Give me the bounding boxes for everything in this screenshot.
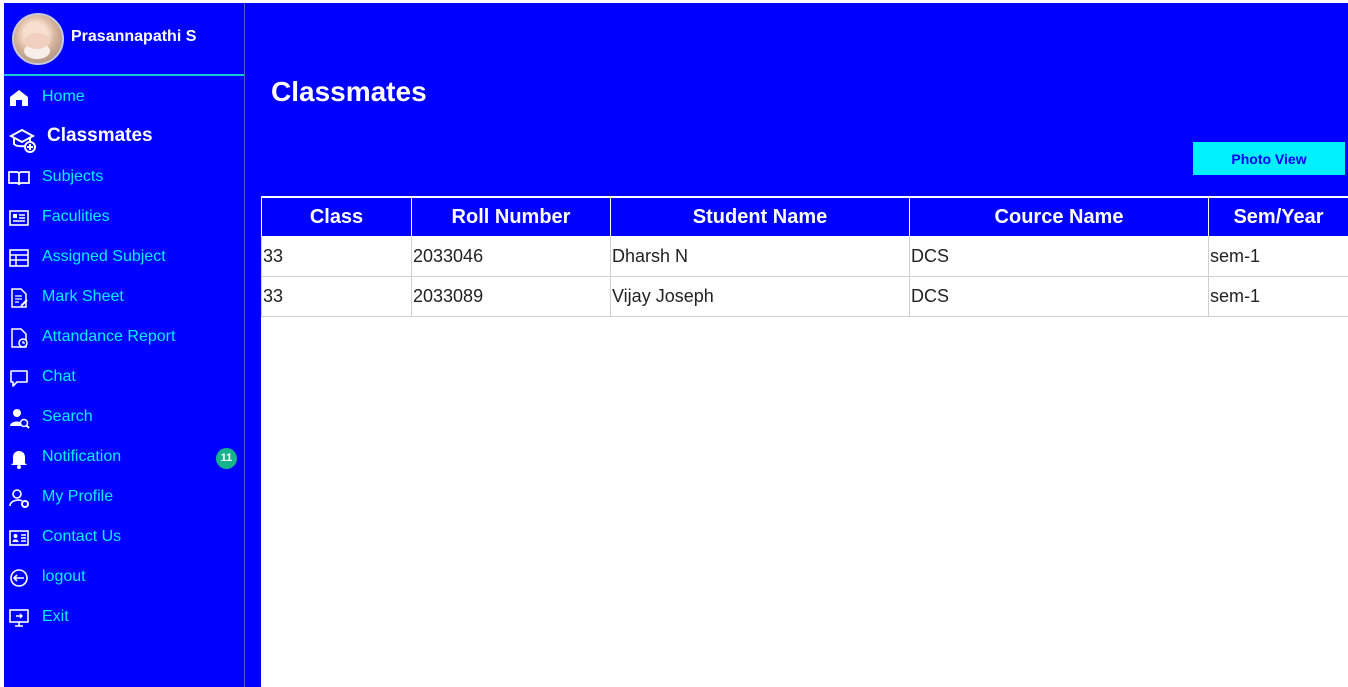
- cell-course-name: DCS: [909, 236, 1209, 277]
- classmates-table: Class Roll Number Student Name Cource Na…: [261, 197, 1348, 317]
- user-search-icon: [8, 407, 30, 429]
- bell-icon: [8, 447, 30, 469]
- sidebar-item-label: Attandance Report: [42, 328, 176, 345]
- sidebar-item-label: Contact Us: [42, 528, 122, 545]
- content-left-strip: [245, 196, 261, 687]
- sidebar-item-label: Faculities: [42, 208, 110, 225]
- profile-header: Prasannapathi S: [4, 3, 244, 76]
- notification-count-badge: 11: [216, 448, 237, 469]
- document-edit-icon: [8, 287, 30, 309]
- sidebar-item-mark-sheet[interactable]: Mark Sheet: [4, 282, 244, 314]
- cell-roll-number: 2033089: [411, 276, 611, 317]
- sidebar-item-label: Chat: [42, 368, 76, 385]
- profile-name: Prasannapathi S: [71, 28, 197, 45]
- cell-course-name: DCS: [909, 276, 1209, 317]
- sidebar-item-label: Notification: [42, 448, 122, 465]
- column-header-roll-number[interactable]: Roll Number: [411, 197, 611, 237]
- table-row[interactable]: 33 2033046 Dharsh N DCS sem-1: [261, 236, 1348, 277]
- sidebar-item-label: Classmates: [47, 125, 153, 146]
- cell-class: 33: [261, 276, 412, 317]
- home-icon: [8, 87, 30, 109]
- cell-class: 33: [261, 236, 412, 277]
- column-header-student-name[interactable]: Student Name: [610, 197, 910, 237]
- faculty-list-icon: [8, 207, 30, 229]
- sidebar-item-label: Assigned Subject: [42, 248, 166, 265]
- sidebar-item-contact-us[interactable]: Contact Us: [4, 522, 244, 554]
- book-icon: [8, 167, 30, 189]
- sidebar-item-label: Mark Sheet: [42, 288, 124, 305]
- column-header-cource-name[interactable]: Cource Name: [909, 197, 1209, 237]
- sidebar-item-label: Home: [42, 88, 85, 105]
- monitor-exit-icon: [8, 607, 30, 629]
- sidebar-item-chat[interactable]: Chat: [4, 362, 244, 394]
- sidebar-item-assigned-subject[interactable]: Assigned Subject: [4, 242, 244, 274]
- photo-view-button[interactable]: Photo View: [1193, 142, 1345, 175]
- contact-card-icon: [8, 527, 30, 549]
- cell-student-name: Vijay Joseph: [610, 276, 910, 317]
- cell-student-name: Dharsh N: [610, 236, 910, 277]
- sidebar-item-label: My Profile: [42, 488, 114, 505]
- sidebar-item-attandance-report[interactable]: Attandance Report: [4, 322, 244, 354]
- sidebar-item-label: Search: [42, 408, 93, 425]
- sidebar-item-search[interactable]: Search: [4, 402, 244, 434]
- page-title: Classmates: [271, 76, 427, 107]
- sidebar-item-notification[interactable]: Notification 11: [4, 442, 244, 474]
- assigned-subject-icon: [8, 247, 30, 269]
- sidebar-item-home[interactable]: Home: [4, 82, 244, 114]
- classmates-icon: [8, 126, 36, 153]
- sidebar-item-faculities[interactable]: Faculities: [4, 202, 244, 234]
- sidebar-item-subjects[interactable]: Subjects: [4, 162, 244, 194]
- sidebar-item-exit[interactable]: Exit: [4, 602, 244, 634]
- column-header-class[interactable]: Class: [261, 197, 412, 237]
- sidebar-item-classmates[interactable]: Classmates: [4, 121, 244, 153]
- cell-sem-year: sem-1: [1208, 276, 1348, 317]
- sidebar-item-label: Exit: [42, 608, 69, 625]
- sidebar-item-label: Subjects: [42, 168, 104, 185]
- chat-icon: [8, 367, 30, 389]
- cell-sem-year: sem-1: [1208, 236, 1348, 277]
- cell-roll-number: 2033046: [411, 236, 611, 277]
- logout-icon: [8, 567, 30, 589]
- sidebar-item-my-profile[interactable]: My Profile: [4, 482, 244, 514]
- sidebar-item-label: logout: [42, 568, 86, 585]
- sidebar-item-logout[interactable]: logout: [4, 562, 244, 594]
- table-row[interactable]: 33 2033089 Vijay Joseph DCS sem-1: [261, 276, 1348, 317]
- column-header-sem-year[interactable]: Sem/Year: [1208, 197, 1348, 237]
- sidebar: Prasannapathi S Home Classmates Subjects…: [4, 3, 245, 687]
- user-settings-icon: [8, 487, 30, 509]
- profile-photo[interactable]: [12, 13, 64, 65]
- table-header-row: Class Roll Number Student Name Cource Na…: [261, 197, 1348, 237]
- report-clock-icon: [8, 327, 30, 349]
